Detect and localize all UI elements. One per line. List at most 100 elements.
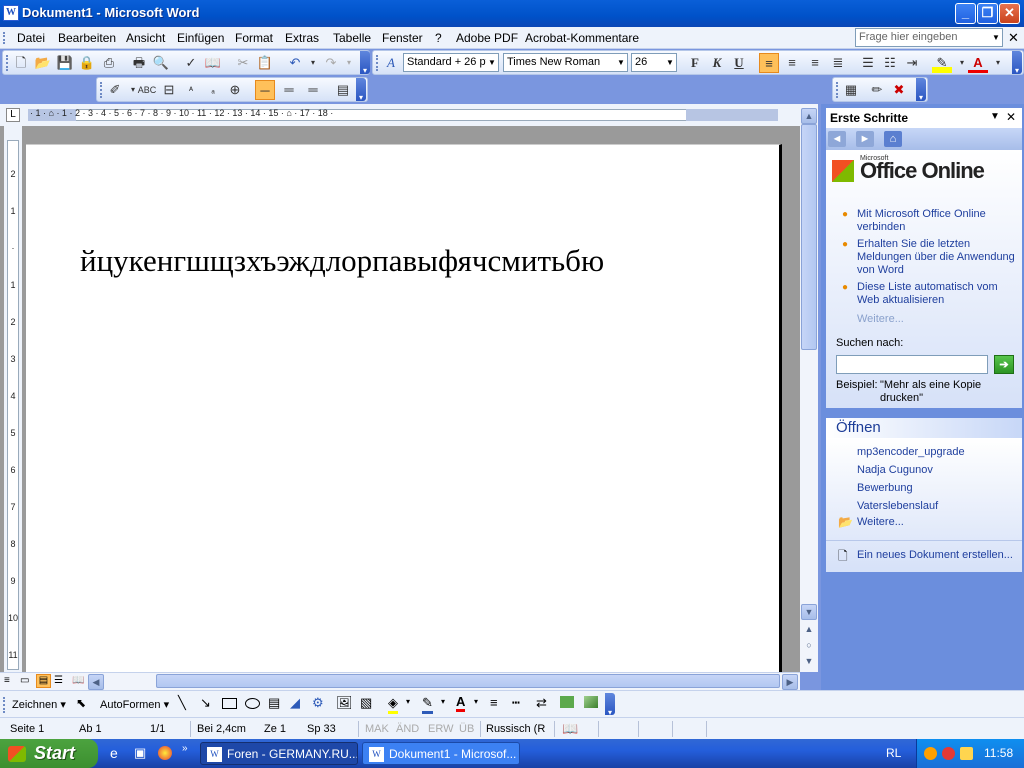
line-style-icon[interactable]: ≡ [490, 695, 498, 710]
highlight-marker-icon[interactable]: ✐ [105, 80, 125, 100]
toolbar-grip[interactable] [3, 697, 6, 713]
spell-check-abc-icon[interactable]: ABC [137, 80, 157, 100]
chevron-down-icon[interactable]: ▾ [474, 697, 478, 706]
style-select[interactable]: Standard + 26 pt ▼ [403, 53, 499, 72]
eraser-icon[interactable]: ✖ [889, 80, 909, 100]
print-icon[interactable]: 🖶 [129, 53, 149, 73]
close-button[interactable]: ✕ [999, 3, 1020, 24]
explorer-icon[interactable]: ▣ [134, 745, 146, 761]
font-size-select[interactable]: 26 ▼ [631, 53, 677, 72]
close-document-icon[interactable]: ✕ [1008, 30, 1019, 46]
textbox-icon[interactable]: ▤ [268, 695, 280, 711]
reading-layout-icon[interactable]: 📖 [72, 675, 84, 686]
rectangle-icon[interactable] [222, 698, 237, 709]
menu-ansicht[interactable]: Ansicht [126, 31, 165, 45]
link-more[interactable]: Weitere... [857, 313, 1019, 326]
redo-icon[interactable]: ↷ [321, 53, 341, 73]
line-icon[interactable]: ╲ [178, 695, 186, 711]
web-layout-icon[interactable]: ▭ [20, 675, 29, 686]
research-icon[interactable]: 📖 [203, 53, 223, 73]
menu-format[interactable]: Format [235, 31, 273, 45]
forward-icon[interactable]: ► [856, 131, 874, 147]
task-pane-menu-icon[interactable]: ▼ [990, 111, 1000, 122]
toolbar-grip[interactable] [376, 55, 379, 71]
status-macro[interactable]: MAK [365, 723, 389, 735]
arrow-style-icon[interactable]: ⇄ [536, 695, 547, 711]
new-document-icon[interactable]: 🗋 [11, 53, 31, 73]
italic-icon[interactable]: K [707, 53, 727, 73]
autoshapes-menu-button[interactable]: AutoFormen ▾ [100, 698, 169, 711]
toolbar-options-icon[interactable]: ▾ [605, 693, 615, 717]
recent-file[interactable]: Nadja Cugunov [857, 464, 1019, 477]
network-icon[interactable] [924, 747, 937, 760]
horizontal-scroll-thumb[interactable] [156, 674, 780, 688]
undo-dropdown-icon[interactable]: ▾ [303, 53, 323, 73]
document-map-icon[interactable]: ▦ [841, 80, 861, 100]
permission-icon[interactable]: 🔒 [77, 53, 97, 73]
previous-page-icon[interactable]: ▲ [801, 622, 817, 638]
language-indicator[interactable]: RL [886, 746, 901, 760]
word-app-icon[interactable]: W [3, 5, 19, 21]
columns-icon[interactable]: ▤ [333, 80, 353, 100]
paste-icon[interactable]: 📋 [255, 53, 275, 73]
minimize-button[interactable]: _ [955, 3, 976, 24]
link-news[interactable]: Erhalten Sie die letzten Meldungen über … [857, 238, 1019, 277]
diagram-icon[interactable]: ⚙ [312, 695, 324, 711]
highlight-icon[interactable]: ✎ [932, 53, 952, 73]
status-track-changes[interactable]: ÄND [396, 723, 419, 735]
recent-file[interactable]: Vaterslebenslauf [857, 500, 1019, 513]
draw-menu-button[interactable]: Zeichnen ▾ [12, 698, 66, 711]
symbol-icon[interactable]: ⊕ [225, 80, 245, 100]
menu-adobe-pdf[interactable]: Adobe PDF [456, 31, 518, 45]
picture-icon[interactable]: ▧ [360, 695, 372, 711]
justify-icon[interactable]: ≣ [828, 53, 848, 73]
scroll-down-icon[interactable]: ▼ [801, 604, 817, 620]
internet-explorer-icon[interactable]: e [110, 745, 118, 761]
font-select[interactable]: Times New Roman ▼ [503, 53, 628, 72]
menu-fenster[interactable]: Fenster [382, 31, 423, 45]
recent-file[interactable]: mp3encoder_upgrade [857, 446, 1019, 459]
save-icon[interactable]: 💾 [55, 53, 75, 73]
superscript-icon[interactable]: ᴬ [181, 80, 201, 100]
font-color-icon[interactable]: A [456, 694, 466, 712]
toolbar-options-icon[interactable]: ▾ [1012, 51, 1022, 75]
toolbar-options-icon[interactable]: ▾ [356, 78, 366, 102]
line-color-icon[interactable]: ✎ [422, 695, 433, 714]
oval-icon[interactable] [245, 698, 260, 709]
taskbar-item-word[interactable]: W Dokument1 - Microsof... [362, 742, 520, 765]
chevron-down-icon[interactable]: ▾ [441, 697, 445, 706]
toolbar-grip[interactable] [100, 82, 103, 98]
cut-icon[interactable]: ✂ [233, 53, 253, 73]
browse-object-icon[interactable]: ○ [801, 638, 817, 654]
preview-icon[interactable]: 🔍 [151, 53, 171, 73]
subscript-icon[interactable]: ₐ [203, 80, 223, 100]
fill-color-icon[interactable]: ◈ [388, 695, 398, 714]
numbering-icon[interactable]: ☰ [858, 53, 878, 73]
scroll-left-icon[interactable]: ◀ [88, 674, 104, 690]
styles-formatting-icon[interactable]: A [381, 53, 401, 73]
back-icon[interactable]: ◄ [828, 131, 846, 147]
spelling-status-icon[interactable]: 📖 [562, 721, 578, 737]
drawing-icon[interactable]: ✏ [867, 80, 887, 100]
bullets-icon[interactable]: ☷ [880, 53, 900, 73]
line-style-3-icon[interactable]: ═ [303, 80, 323, 100]
recent-file[interactable]: Bewerbung [857, 482, 1019, 495]
security-icon[interactable] [942, 747, 955, 760]
search-go-icon[interactable]: ➔ [994, 355, 1014, 374]
help-dropdown-arrow-icon[interactable]: ▼ [990, 29, 1002, 46]
menu-acrobat-kommentare[interactable]: Acrobat-Kommentare [525, 31, 639, 45]
menu-help[interactable]: ? [435, 31, 442, 45]
bold-icon[interactable]: F [685, 53, 705, 73]
menu-tabelle[interactable]: Tabelle [333, 31, 371, 45]
line-style-1-icon[interactable]: ─ [255, 80, 275, 100]
restore-button[interactable]: ❐ [977, 3, 998, 24]
toolbar-grip[interactable] [6, 55, 9, 71]
help-search-input[interactable]: Frage hier eingeben ▼ [855, 28, 1003, 47]
shadow-icon[interactable] [560, 696, 574, 708]
line-style-2-icon[interactable]: ═ [279, 80, 299, 100]
document-text[interactable]: йцукенгшщзхъэждлорпавыфячсмитьбю [80, 243, 604, 279]
next-page-icon[interactable]: ▼ [801, 654, 817, 670]
undo-icon[interactable]: ↶ [285, 53, 305, 73]
title-bar[interactable]: W Dokument1 - Microsoft Word _ ❐ ✕ [0, 0, 1024, 27]
font-color-icon[interactable]: A [968, 53, 988, 73]
